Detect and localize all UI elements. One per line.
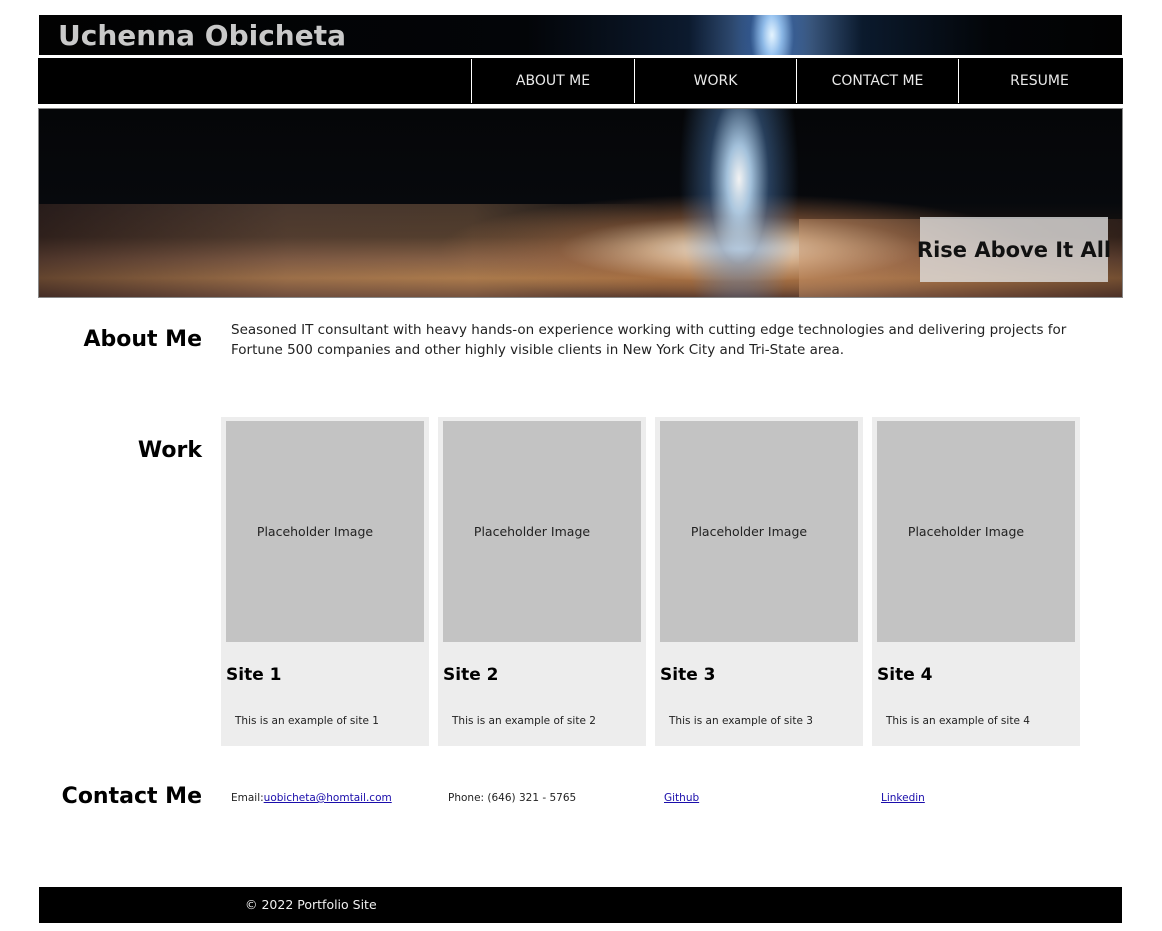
site-footer: © 2022 Portfolio Site [39, 887, 1122, 923]
placeholder-image: Placeholder Image [877, 421, 1075, 642]
email-link[interactable]: uobicheta@homtail.com [264, 792, 392, 804]
placeholder-label: Placeholder Image [907, 524, 1025, 539]
work-card-title: Site 1 [226, 665, 282, 685]
nav-item-about-me[interactable]: ABOUT ME [471, 59, 634, 103]
work-card-description: This is an example of site 3 [669, 715, 813, 727]
contact-phone: Phone: (646) 321 - 5765 [448, 792, 577, 804]
work-card-title: Site 2 [443, 665, 499, 685]
work-grid: Placeholder Image Site 1 This is an exam… [221, 417, 1080, 746]
hero-banner: Rise Above It All [38, 108, 1123, 298]
placeholder-label: Placeholder Image [256, 524, 374, 539]
contact-github: Github [664, 792, 699, 804]
work-card-title: Site 4 [877, 665, 933, 685]
main-nav: ABOUT ME WORK CONTACT ME RESUME [38, 58, 1123, 104]
contact-linkedin: Linkedin [881, 792, 925, 804]
work-card-title: Site 3 [660, 665, 716, 685]
hero-glow-left [39, 204, 659, 297]
work-card-description: This is an example of site 2 [452, 715, 596, 727]
placeholder-label: Placeholder Image [473, 524, 591, 539]
work-card-description: This is an example of site 4 [886, 715, 1030, 727]
nav-item-contact-me[interactable]: CONTACT ME [796, 59, 958, 103]
contact-heading: Contact Me [61, 784, 202, 809]
work-card-site-2[interactable]: Placeholder Image Site 2 This is an exam… [438, 417, 646, 746]
site-title: Uchenna Obicheta [58, 19, 347, 52]
work-card-site-4[interactable]: Placeholder Image Site 4 This is an exam… [872, 417, 1080, 746]
placeholder-image: Placeholder Image [660, 421, 858, 642]
about-heading: About Me [83, 327, 202, 352]
work-card-description: This is an example of site 1 [235, 715, 379, 727]
site-header: Uchenna Obicheta [39, 15, 1122, 55]
work-card-site-1[interactable]: Placeholder Image Site 1 This is an exam… [221, 417, 429, 746]
hero-tagline: Rise Above It All [916, 237, 1112, 262]
work-heading: Work [137, 438, 202, 463]
nav-list: ABOUT ME WORK CONTACT ME RESUME [471, 59, 1120, 103]
about-text: Seasoned IT consultant with heavy hands-… [231, 322, 1067, 358]
nav-item-resume[interactable]: RESUME [958, 59, 1120, 103]
work-card-site-3[interactable]: Placeholder Image Site 3 This is an exam… [655, 417, 863, 746]
linkedin-link[interactable]: Linkedin [881, 792, 925, 804]
placeholder-label: Placeholder Image [690, 524, 808, 539]
github-link[interactable]: Github [664, 792, 699, 804]
email-label: Email: [231, 792, 264, 804]
placeholder-image: Placeholder Image [226, 421, 424, 642]
tagline-box: Rise Above It All [916, 217, 1112, 282]
placeholder-image: Placeholder Image [443, 421, 641, 642]
copyright-text: © 2022 Portfolio Site [245, 897, 377, 912]
nav-item-work[interactable]: WORK [634, 59, 796, 103]
contact-email: Email:uobicheta@homtail.com [231, 792, 392, 804]
